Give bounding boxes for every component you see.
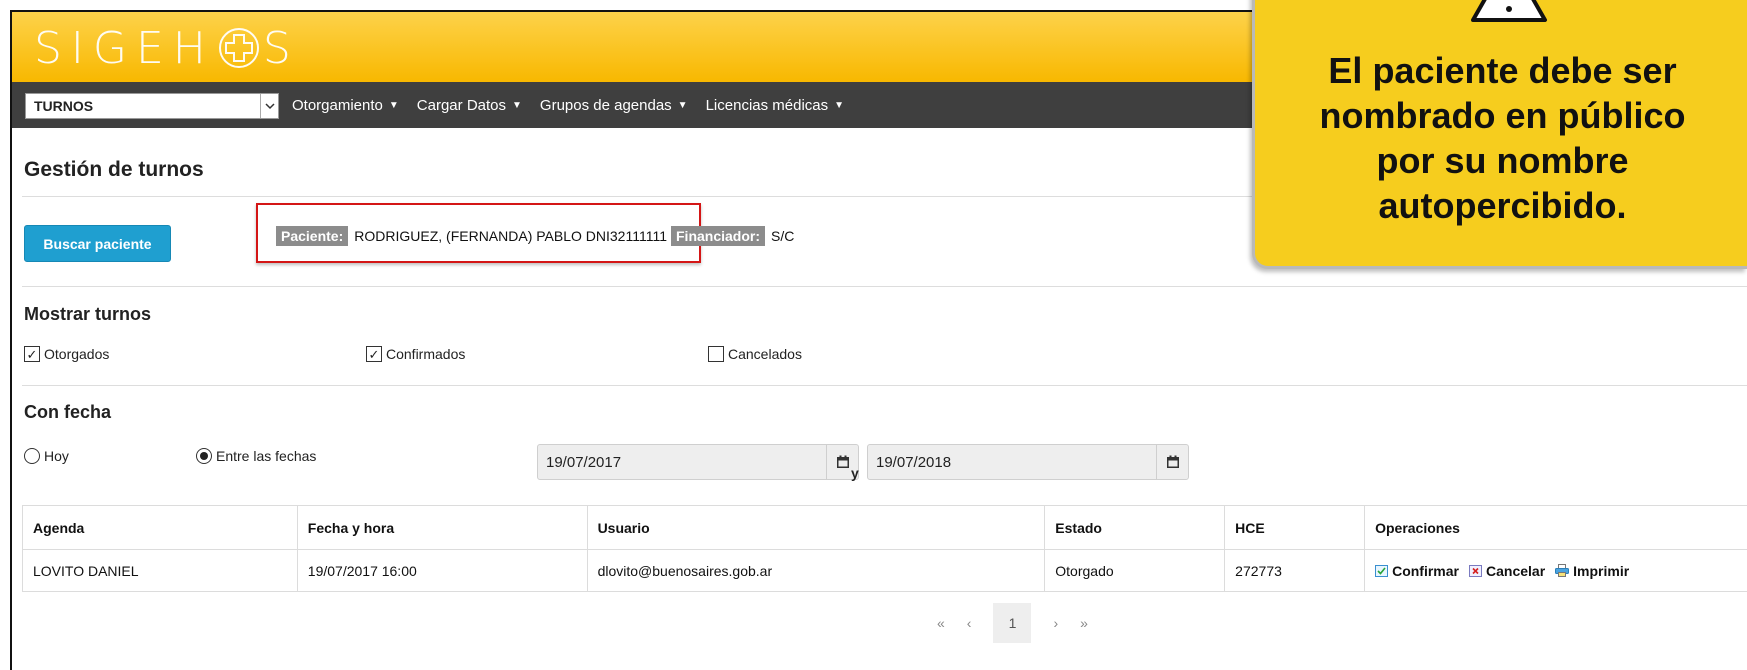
fecha-desde-input[interactable]: 19/07/2017 — [537, 444, 859, 480]
imprimir-link[interactable]: Imprimir — [1555, 563, 1629, 579]
cell-estado: Otorgado — [1044, 549, 1226, 592]
table-header-row: Agenda Fecha y hora Usuario Estado HCE O… — [22, 505, 1747, 550]
checkbox-empty-icon — [708, 346, 724, 362]
warning-icon — [1471, 0, 1547, 22]
menu-grupos-agendas[interactable]: Grupos de agendas ▼ — [540, 97, 688, 114]
callout-message: El paciente debe ser nombrado en público… — [1275, 48, 1730, 228]
table-row: LOVITO DANIEL 19/07/2017 16:00 dlovito@b… — [22, 549, 1747, 592]
patient-tag: Paciente: — [276, 226, 349, 246]
patient-name: RODRIGUEZ, (FERNANDA) PABLO DNI32111111 — [354, 228, 667, 244]
module-select[interactable]: TURNOS — [25, 93, 279, 119]
column-header: Usuario — [586, 505, 1046, 550]
turnos-table: Agenda Fecha y hora Usuario Estado HCE O… — [22, 505, 1747, 592]
page-title: Gestión de turnos — [24, 158, 204, 181]
calendar-icon[interactable] — [1156, 445, 1188, 479]
hoy-radio[interactable]: Hoy — [24, 448, 69, 464]
pager-last[interactable]: » — [1080, 615, 1088, 631]
sigehos-logo: SIGEH S — [34, 20, 300, 76]
confirm-icon — [1375, 565, 1389, 577]
column-header: Agenda — [22, 505, 298, 550]
financiador-tag: Financiador: — [671, 226, 766, 246]
column-header: Estado — [1044, 505, 1226, 550]
divider — [22, 385, 1747, 386]
cell-usuario: dlovito@buenosaires.gob.ar — [586, 549, 1046, 592]
printer-icon — [1555, 564, 1570, 577]
checkbox-checked-icon: ✓ — [24, 346, 40, 362]
date-connector: y — [851, 465, 859, 481]
patient-info: Paciente: RODRIGUEZ, (FERNANDA) PABLO DN… — [276, 226, 794, 246]
mostrar-turnos-title: Mostrar turnos — [24, 304, 152, 324]
cell-hce: 272773 — [1224, 549, 1366, 592]
con-fecha-title: Con fecha — [24, 402, 112, 422]
menu-cargar-datos[interactable]: Cargar Datos ▼ — [417, 97, 522, 114]
logo-text-right: S — [262, 22, 300, 74]
radio-empty-icon — [24, 448, 40, 464]
module-select-value: TURNOS — [34, 98, 94, 114]
callout-line: El paciente debe ser — [1328, 50, 1677, 91]
menu-licencias-medicas[interactable]: Licencias médicas ▼ — [706, 97, 844, 114]
logo-text-left: SIGEH — [34, 22, 215, 74]
buscar-paciente-button[interactable]: Buscar paciente — [24, 225, 171, 262]
pager-prev[interactable]: ‹ — [967, 615, 972, 631]
column-header: Operaciones — [1364, 505, 1747, 550]
caret-down-icon: ▼ — [677, 99, 688, 111]
chevron-down-icon — [260, 94, 278, 118]
pager-first[interactable]: « — [937, 615, 945, 631]
checkbox-checked-icon: ✓ — [366, 346, 382, 362]
otorgados-checkbox[interactable]: ✓ Otorgados — [24, 346, 109, 362]
confirmados-checkbox[interactable]: ✓ Confirmados — [366, 346, 465, 362]
pager-next[interactable]: › — [1053, 615, 1058, 631]
cell-agenda: LOVITO DANIEL — [22, 549, 298, 592]
pagination: « ‹ 1 › » — [937, 603, 1088, 643]
cross-logo-icon — [218, 28, 259, 68]
cancelar-link[interactable]: Cancelar — [1469, 563, 1545, 579]
column-header: Fecha y hora — [296, 505, 588, 550]
pager-current[interactable]: 1 — [993, 603, 1032, 643]
fecha-hasta-input[interactable]: 19/07/2018 — [867, 444, 1189, 480]
caret-down-icon: ▼ — [834, 99, 845, 111]
warning-callout: El paciente debe ser nombrado en público… — [1252, 0, 1747, 269]
main-menu: Otorgamiento ▼ Cargar Datos ▼ Grupos de ag… — [292, 82, 844, 128]
cell-operaciones: Confirmar Cancelar Imprimir — [1364, 549, 1747, 592]
financiador-value: S/C — [771, 228, 795, 244]
menu-otorgamiento[interactable]: Otorgamiento ▼ — [292, 97, 399, 114]
cancelados-checkbox[interactable]: Cancelados — [708, 346, 802, 362]
caret-down-icon: ▼ — [512, 99, 522, 111]
radio-selected-icon — [196, 448, 212, 464]
callout-line: nombrado en público — [1319, 95, 1686, 136]
entre-fechas-radio[interactable]: Entre las fechas — [196, 448, 316, 464]
column-header: HCE — [1224, 505, 1366, 550]
cancel-icon — [1469, 565, 1482, 577]
cell-fecha-hora: 19/07/2017 16:00 — [296, 549, 588, 592]
confirmar-link[interactable]: Confirmar — [1375, 563, 1459, 579]
callout-line: por su nombre — [1376, 140, 1629, 181]
callout-line: autopercibido. — [1378, 185, 1627, 226]
divider — [22, 286, 1747, 287]
caret-down-icon: ▼ — [388, 99, 399, 111]
